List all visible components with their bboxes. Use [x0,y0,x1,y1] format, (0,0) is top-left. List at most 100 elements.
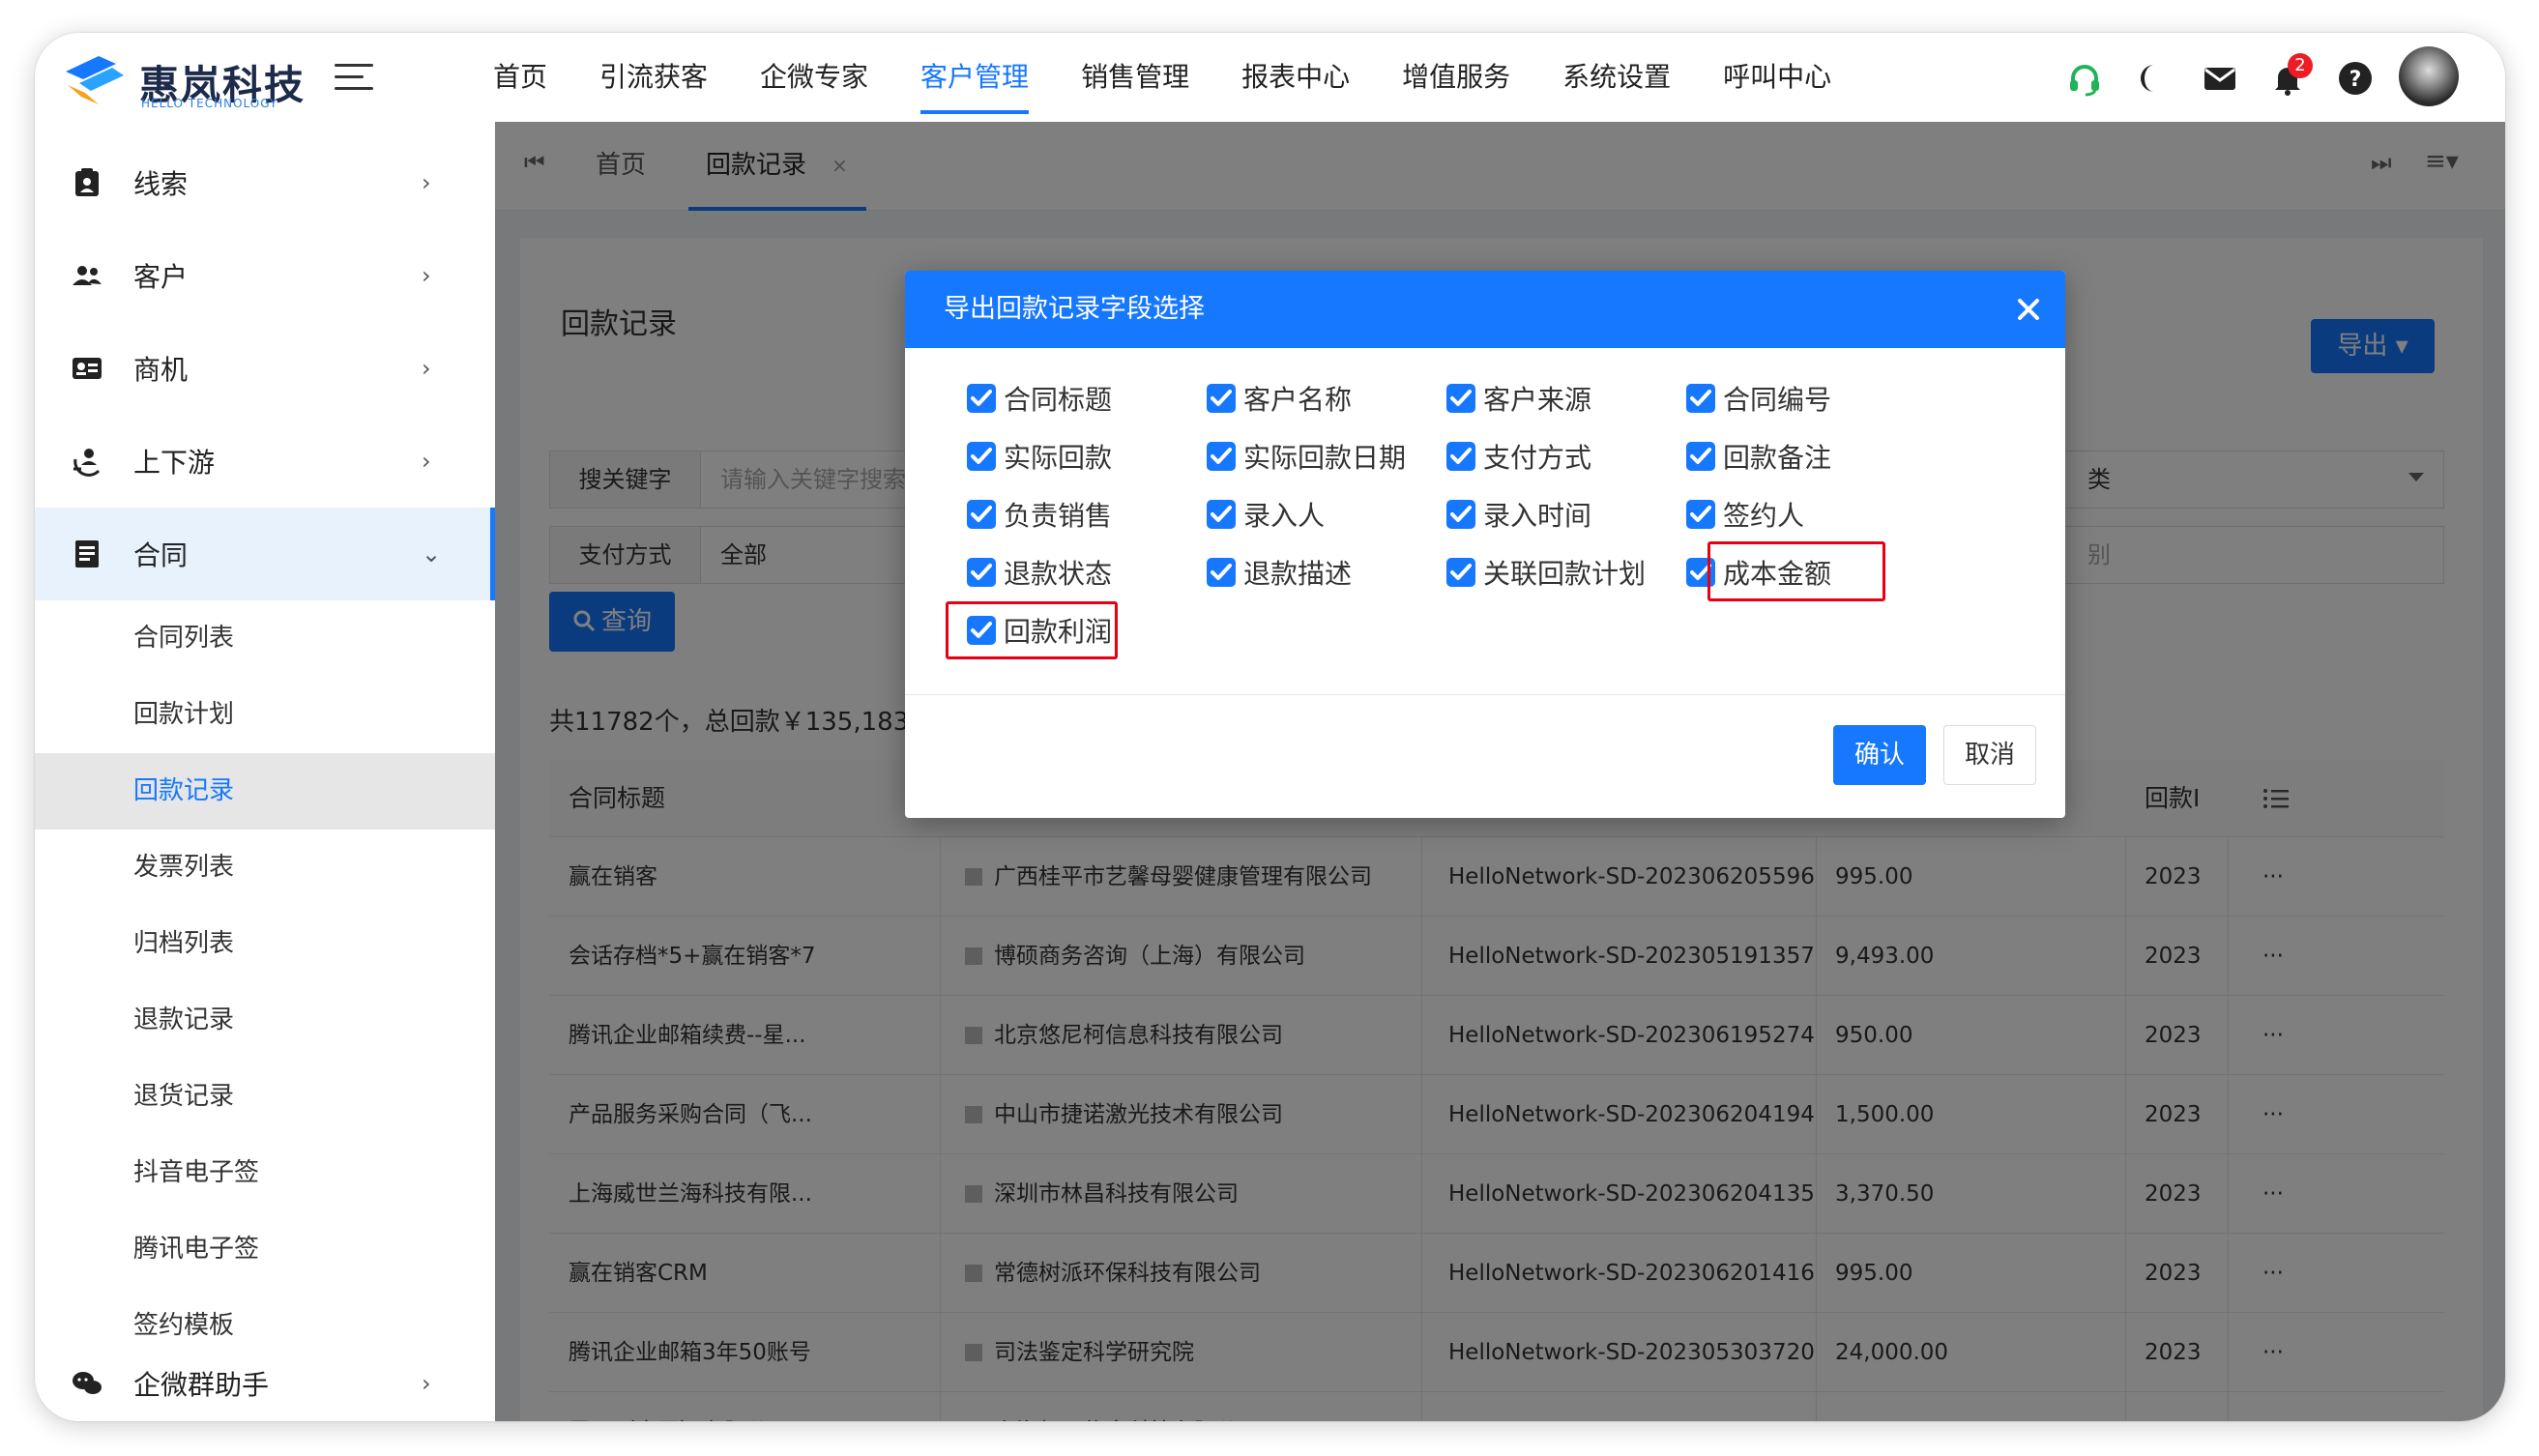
avatar[interactable] [2399,46,2459,106]
highlight-box [1707,541,1885,601]
nav-call-center[interactable]: 呼叫中心 [1723,33,1831,122]
field-option[interactable]: 签约人 [1686,493,1804,536]
field-option-label: 退款状态 [1004,558,1113,590]
field-option-label: 合同编号 [1723,384,1832,416]
contract-icon [70,537,104,571]
checkbox-checked[interactable] [1686,384,1715,413]
checkbox-checked[interactable] [1446,384,1475,413]
sidebar-subitem-9[interactable]: 签约模板 [35,1288,495,1364]
chevron-down-icon: ⌄ [422,540,442,568]
dark-mode-icon[interactable] [2133,59,2172,98]
clue-icon [70,165,104,200]
modal-header: 导出回款记录字段选择 [905,271,2065,348]
field-option-label: 关联回款计划 [1483,558,1647,590]
chevron-right-icon: › [422,448,431,475]
headset-icon[interactable] [2065,59,2104,98]
field-option[interactable]: 支付方式 [1446,435,1591,478]
checkbox-checked[interactable] [967,500,996,529]
checkbox-checked[interactable] [1446,500,1475,529]
close-icon[interactable] [2015,296,2042,323]
field-option[interactable]: 退款状态 [967,551,1112,594]
field-option[interactable]: 实际回款日期 [1207,435,1406,478]
field-option[interactable]: 负责销售 [967,493,1112,536]
field-option-label: 客户名称 [1243,384,1353,416]
brand-logo[interactable]: 惠岚科技 HELLO TECHNOLOGY [60,50,304,110]
checkbox-checked[interactable] [1207,500,1236,529]
chevron-right-icon: › [422,262,431,289]
top-icons: 2 ? [2065,53,2404,101]
upstream-icon [70,444,104,479]
checkbox-checked[interactable] [967,442,996,471]
top-nav: 首页 引流获客 企微专家 客户管理 销售管理 报表中心 增值服务 系统设置 呼叫中心 [493,33,1883,122]
sidebar-subitem-5[interactable]: 退款记录 [35,982,495,1059]
checkbox-checked[interactable] [1207,442,1236,471]
field-option[interactable]: 录入人 [1207,493,1325,536]
export-fields-modal: 导出回款记录字段选择 合同标题 客户名称 客户来源 合同编号实际回款 实际回款日期 支付方… [905,271,2065,818]
modal-divider [905,694,2065,695]
nav-customer[interactable]: 客户管理 [920,33,1030,122]
checkbox-checked[interactable] [1207,558,1236,587]
sidebar-item-4[interactable]: 合同 ⌄ [35,508,495,600]
nav-home[interactable]: 首页 [493,33,547,122]
checkbox-checked[interactable] [967,558,996,587]
checkbox-checked[interactable] [967,384,996,413]
sidebar-subitem-4[interactable]: 归档列表 [35,906,495,982]
sidebar-item-2[interactable]: 商机 › [35,322,495,415]
checkbox-checked[interactable] [1446,558,1475,587]
highlight-box [946,601,1118,659]
field-option[interactable]: 实际回款 [967,435,1112,478]
field-option-label: 负责销售 [1004,500,1113,532]
nav-sales[interactable]: 销售管理 [1081,33,1189,122]
menu-toggle-icon[interactable] [335,64,373,93]
nav-settings[interactable]: 系统设置 [1562,33,1671,122]
sidebar-item-1[interactable]: 客户 › [35,229,495,322]
sidebar-subitem-3[interactable]: 发票列表 [35,830,495,906]
sidebar-item-label: 客户 [133,261,189,293]
field-option[interactable]: 回款备注 [1686,435,1831,478]
notification-badge: 2 [2288,53,2313,78]
checkbox-checked[interactable] [1446,442,1475,471]
field-option[interactable]: 合同标题 [967,377,1112,420]
sidebar-item-label: 上下游 [133,447,216,479]
field-option-label: 录入时间 [1483,500,1592,532]
chevron-right-icon: › [422,355,431,382]
field-option[interactable]: 退款描述 [1207,551,1352,594]
sidebar-subitem-1[interactable]: 回款计划 [35,677,495,753]
sidebar-item-0[interactable]: 线索 › [35,136,495,229]
app-window: 惠岚科技 HELLO TECHNOLOGY 首页 引流获客 企微专家 客户管理 销售管理… [35,33,2505,1421]
sidebar-subitem-7[interactable]: 抖音电子签 [35,1135,495,1211]
cancel-button[interactable]: 取消 [1943,725,2036,785]
wecom-group-icon [70,1366,104,1401]
sidebar-item-label: 合同 [133,539,189,571]
sidebar-item-label: 企微群助手 [133,1369,270,1401]
sidebar-subitem-0[interactable]: 合同列表 [35,600,495,677]
field-option[interactable]: 合同编号 [1686,377,1831,420]
field-option[interactable]: 客户名称 [1207,377,1352,420]
help-icon[interactable]: ? [2336,59,2375,98]
field-option-label: 客户来源 [1483,384,1592,416]
checkbox-checked[interactable] [1686,500,1715,529]
sidebar-subitem-2[interactable]: 回款记录 [35,753,495,830]
field-option-label: 录入人 [1243,500,1326,532]
nav-reports[interactable]: 报表中心 [1241,33,1350,122]
sidebar-subitem-8[interactable]: 腾讯电子签 [35,1211,495,1288]
top-bar: 惠岚科技 HELLO TECHNOLOGY 首页 引流获客 企微专家 客户管理 销售管理… [35,33,2505,122]
bell-icon[interactable]: 2 [2268,53,2313,98]
checkbox-checked[interactable] [1207,384,1236,413]
field-option-label: 回款备注 [1723,442,1832,474]
nav-lead-gen[interactable]: 引流获客 [599,33,708,122]
field-option[interactable]: 关联回款计划 [1446,551,1646,594]
mail-icon[interactable] [2201,59,2239,98]
sidebar-item-3[interactable]: 上下游 › [35,415,495,508]
nav-wecom[interactable]: 企微专家 [760,33,868,122]
opportunity-icon [70,351,104,386]
logo-mark-icon [66,56,124,104]
chevron-right-icon: › [422,1370,431,1397]
field-option[interactable]: 客户来源 [1446,377,1591,420]
field-options: 合同标题 客户名称 客户来源 合同编号实际回款 实际回款日期 支付方式 回款备注负责销售 录入… [905,348,2065,694]
sidebar-subitem-6[interactable]: 退货记录 [35,1059,495,1135]
field-option[interactable]: 录入时间 [1446,493,1591,536]
nav-value-added[interactable]: 增值服务 [1402,33,1510,122]
confirm-button[interactable]: 确认 [1833,725,1926,785]
checkbox-checked[interactable] [1686,442,1715,471]
